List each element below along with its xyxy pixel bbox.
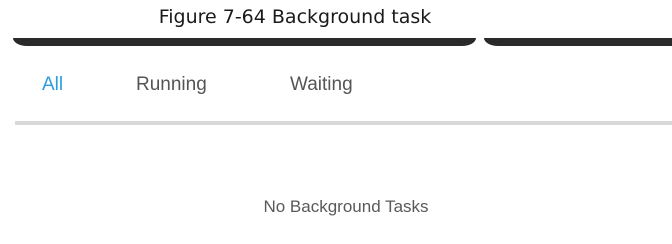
tab-all[interactable]: All: [42, 74, 63, 96]
empty-state-message: No Background Tasks: [263, 197, 429, 216]
figure-caption: Figure 7-64 Background task: [158, 6, 432, 28]
tab-running[interactable]: Running: [136, 74, 207, 96]
tab-waiting[interactable]: Waiting: [290, 74, 353, 96]
window-edge-left: [13, 38, 476, 46]
window-edge-right: [484, 38, 672, 46]
task-filter-tabs: All Running Waiting: [0, 74, 672, 104]
tabs-divider: [15, 121, 672, 125]
